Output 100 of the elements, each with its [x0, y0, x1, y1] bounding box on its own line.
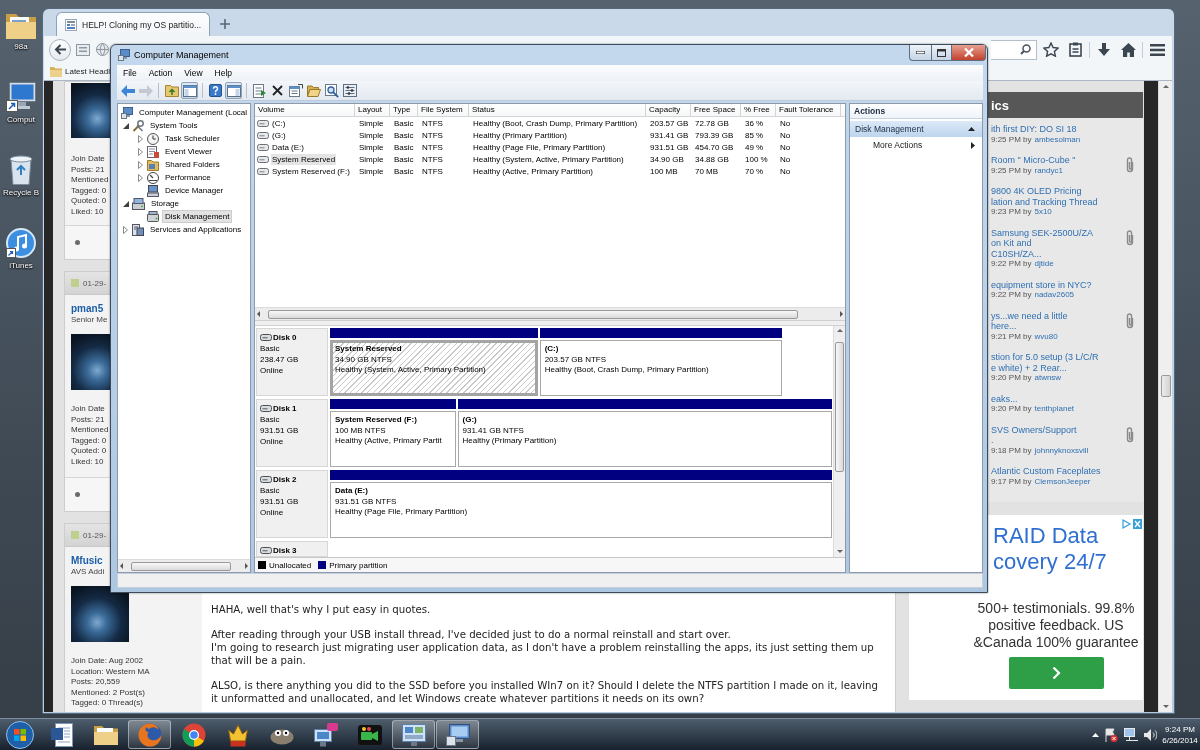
desktop-icon-label[interactable]: iTunes — [9, 261, 33, 271]
clock-date[interactable]: 6/26/2014 — [1162, 734, 1198, 746]
star-icon[interactable] — [1043, 42, 1059, 57]
topic-link[interactable]: eaks... — [991, 393, 1137, 404]
username-link[interactable]: atwnsw — [1034, 373, 1062, 383]
username-link[interactable]: djtide — [1034, 259, 1054, 269]
tree-item[interactable]: Device Manager — [162, 184, 227, 197]
column-header[interactable]: Layout — [355, 104, 390, 116]
username-link[interactable]: 5x10 — [1034, 207, 1052, 217]
topic-link[interactable]: Atlantic Custom Faceplates — [991, 466, 1137, 477]
horizontal-scrollbar[interactable] — [118, 559, 250, 572]
tree-item[interactable]: System Tools — [147, 119, 201, 132]
speaker-icon[interactable] — [1144, 728, 1157, 741]
toolbar-button[interactable] — [287, 82, 304, 99]
desktop-icon-label[interactable]: Comput — [7, 115, 35, 125]
username-link[interactable]: ambesolman — [1034, 134, 1081, 145]
toolbar-button[interactable] — [341, 82, 358, 99]
browser-tab[interactable]: HELP! Cloning my OS partitio... — [56, 12, 211, 36]
tree-item[interactable]: Disk Management — [162, 210, 233, 223]
action-section[interactable]: Disk Management — [850, 121, 982, 137]
taskbar-button[interactable] — [436, 720, 479, 749]
desktop-icon-label[interactable]: Recycle B — [3, 188, 39, 198]
home-icon[interactable] — [1120, 42, 1136, 57]
column-header[interactable]: % Free — [741, 104, 776, 116]
column-header[interactable]: Status — [469, 104, 646, 116]
username-link[interactable]: pman5 — [71, 303, 104, 315]
username-link[interactable]: johnnyknoxsvill — [1034, 445, 1089, 456]
new-tab-button[interactable] — [218, 17, 233, 31]
caret-right-icon[interactable] — [123, 225, 128, 234]
maximize-button[interactable] — [931, 45, 952, 61]
topic-link[interactable]: SVS Owners/Support . — [991, 424, 1121, 446]
partition-box[interactable]: (C:) 203.57 GB NTFS Healthy (Boot, Crash Dump, Primary Partition) — [539, 340, 783, 396]
caret-right-icon[interactable] — [138, 147, 143, 156]
tree-item[interactable]: Shared Folders — [162, 158, 223, 171]
horizontal-scrollbar[interactable] — [255, 307, 845, 320]
folder-icon[interactable] — [6, 13, 36, 39]
tree-item[interactable]: Services and Applications — [147, 223, 245, 236]
caret-down-icon[interactable] — [122, 200, 129, 207]
network-icon[interactable] — [1124, 728, 1138, 741]
partition-box[interactable]: Data (E:) 931.51 GB NTFS Healthy (Page File, Primary Partition) — [330, 482, 832, 538]
ad-headline[interactable]: RAID Data covery 24/7 — [993, 522, 1107, 575]
minimize-button[interactable] — [909, 45, 931, 61]
music-disc-icon[interactable] — [6, 228, 36, 258]
partition-box[interactable]: System Reserved 34.90 GB NTFS Healthy (System, Active, Primary Partition) — [330, 340, 538, 396]
recycle-bin-icon[interactable] — [9, 155, 33, 185]
topic-link[interactable]: Samsung SEK-2500U/ZA on Kit and C10SH/ZA... — [991, 227, 1121, 259]
tree-item[interactable]: Performance — [162, 171, 214, 184]
username-link[interactable]: Mfusic — [71, 555, 103, 567]
download-icon[interactable] — [1098, 43, 1110, 56]
tree-item[interactable]: Event Viewer — [162, 145, 215, 158]
toolbar-button[interactable] — [323, 82, 340, 99]
partition-box[interactable]: (G:) 931.41 GB NTFS Healthy (Primary Partition) — [457, 411, 832, 467]
close-button[interactable] — [952, 45, 986, 61]
username-link[interactable]: wvu80 — [1034, 331, 1058, 342]
taskbar-button[interactable] — [392, 720, 435, 749]
topic-link[interactable]: stion for 5.0 setup (3 L/C/R e white) + 2 Rear... — [991, 352, 1137, 373]
username-link[interactable]: tenthplanet — [1034, 404, 1075, 414]
column-header[interactable]: Capacity — [646, 104, 691, 116]
topic-link[interactable]: Room " Micro-Cube " — [991, 155, 1121, 166]
ad-choices-icon[interactable] — [1122, 518, 1142, 529]
menu-item[interactable]: Help — [208, 65, 239, 81]
disk-info-panel[interactable]: Disk 2 Basic 931.51 GB Online — [256, 470, 328, 538]
column-header[interactable]: Fault Tolerance — [776, 104, 841, 116]
clipboard-icon[interactable] — [1068, 42, 1082, 57]
caret-up-icon[interactable] — [1092, 732, 1099, 737]
topic-link[interactable]: ys...we need a little here... — [991, 310, 1121, 332]
partition-box[interactable]: System Reserved (F:) 100 MB NTFS Healthy (Active, Primary Partit — [330, 411, 456, 467]
caret-right-icon[interactable] — [138, 160, 143, 169]
tree-item[interactable]: Storage — [148, 197, 183, 210]
back-button[interactable] — [49, 38, 71, 61]
tree-item[interactable]: Computer Management (Local — [136, 106, 251, 119]
bookmark-link[interactable]: Latest Headli — [65, 67, 112, 76]
menu-item[interactable]: File — [117, 65, 143, 81]
clock-time[interactable]: 9:24 PM — [1165, 723, 1195, 735]
disk-info-panel[interactable]: Disk 1 Basic 931.51 GB Online — [256, 399, 328, 467]
vertical-scrollbar[interactable] — [833, 326, 845, 557]
column-header[interactable]: File System — [418, 104, 469, 116]
desktop-icon-label[interactable]: 98a — [14, 42, 28, 52]
topic-link[interactable]: ith first DIY: DO SI 18 — [991, 124, 1137, 135]
disk-info-panel[interactable]: Disk 3 — [256, 541, 328, 557]
username-link[interactable]: randyc1 — [1034, 165, 1063, 176]
flag-icon[interactable] — [1105, 727, 1118, 742]
vertical-scrollbar[interactable] — [1158, 81, 1172, 712]
disk-info-panel[interactable]: Disk 0 Basic 238.47 GB Online — [256, 328, 328, 396]
page-icon[interactable] — [76, 43, 90, 56]
menu-item[interactable]: Action — [142, 65, 179, 81]
topic-link[interactable]: equipment store in NYC? — [991, 279, 1137, 290]
tree-item[interactable]: Task Scheduler — [162, 132, 223, 145]
menu-icon[interactable] — [1149, 43, 1165, 56]
search-field[interactable] — [991, 39, 1037, 60]
topic-link[interactable]: 9800 4K OLED Pricing lation and Tracking Thread — [991, 186, 1137, 207]
menu-item[interactable]: View — [178, 65, 209, 81]
next-button[interactable] — [1008, 656, 1104, 689]
caret-right-icon[interactable] — [138, 134, 143, 143]
column-header[interactable]: Free Space — [691, 104, 741, 116]
username-link[interactable]: nadav2605 — [1034, 290, 1075, 300]
toolbar-button[interactable] — [207, 82, 224, 99]
column-header[interactable]: Type — [390, 104, 418, 116]
caret-right-icon[interactable] — [138, 173, 143, 182]
username-link[interactable]: ClemsonJeeper — [1034, 476, 1091, 487]
